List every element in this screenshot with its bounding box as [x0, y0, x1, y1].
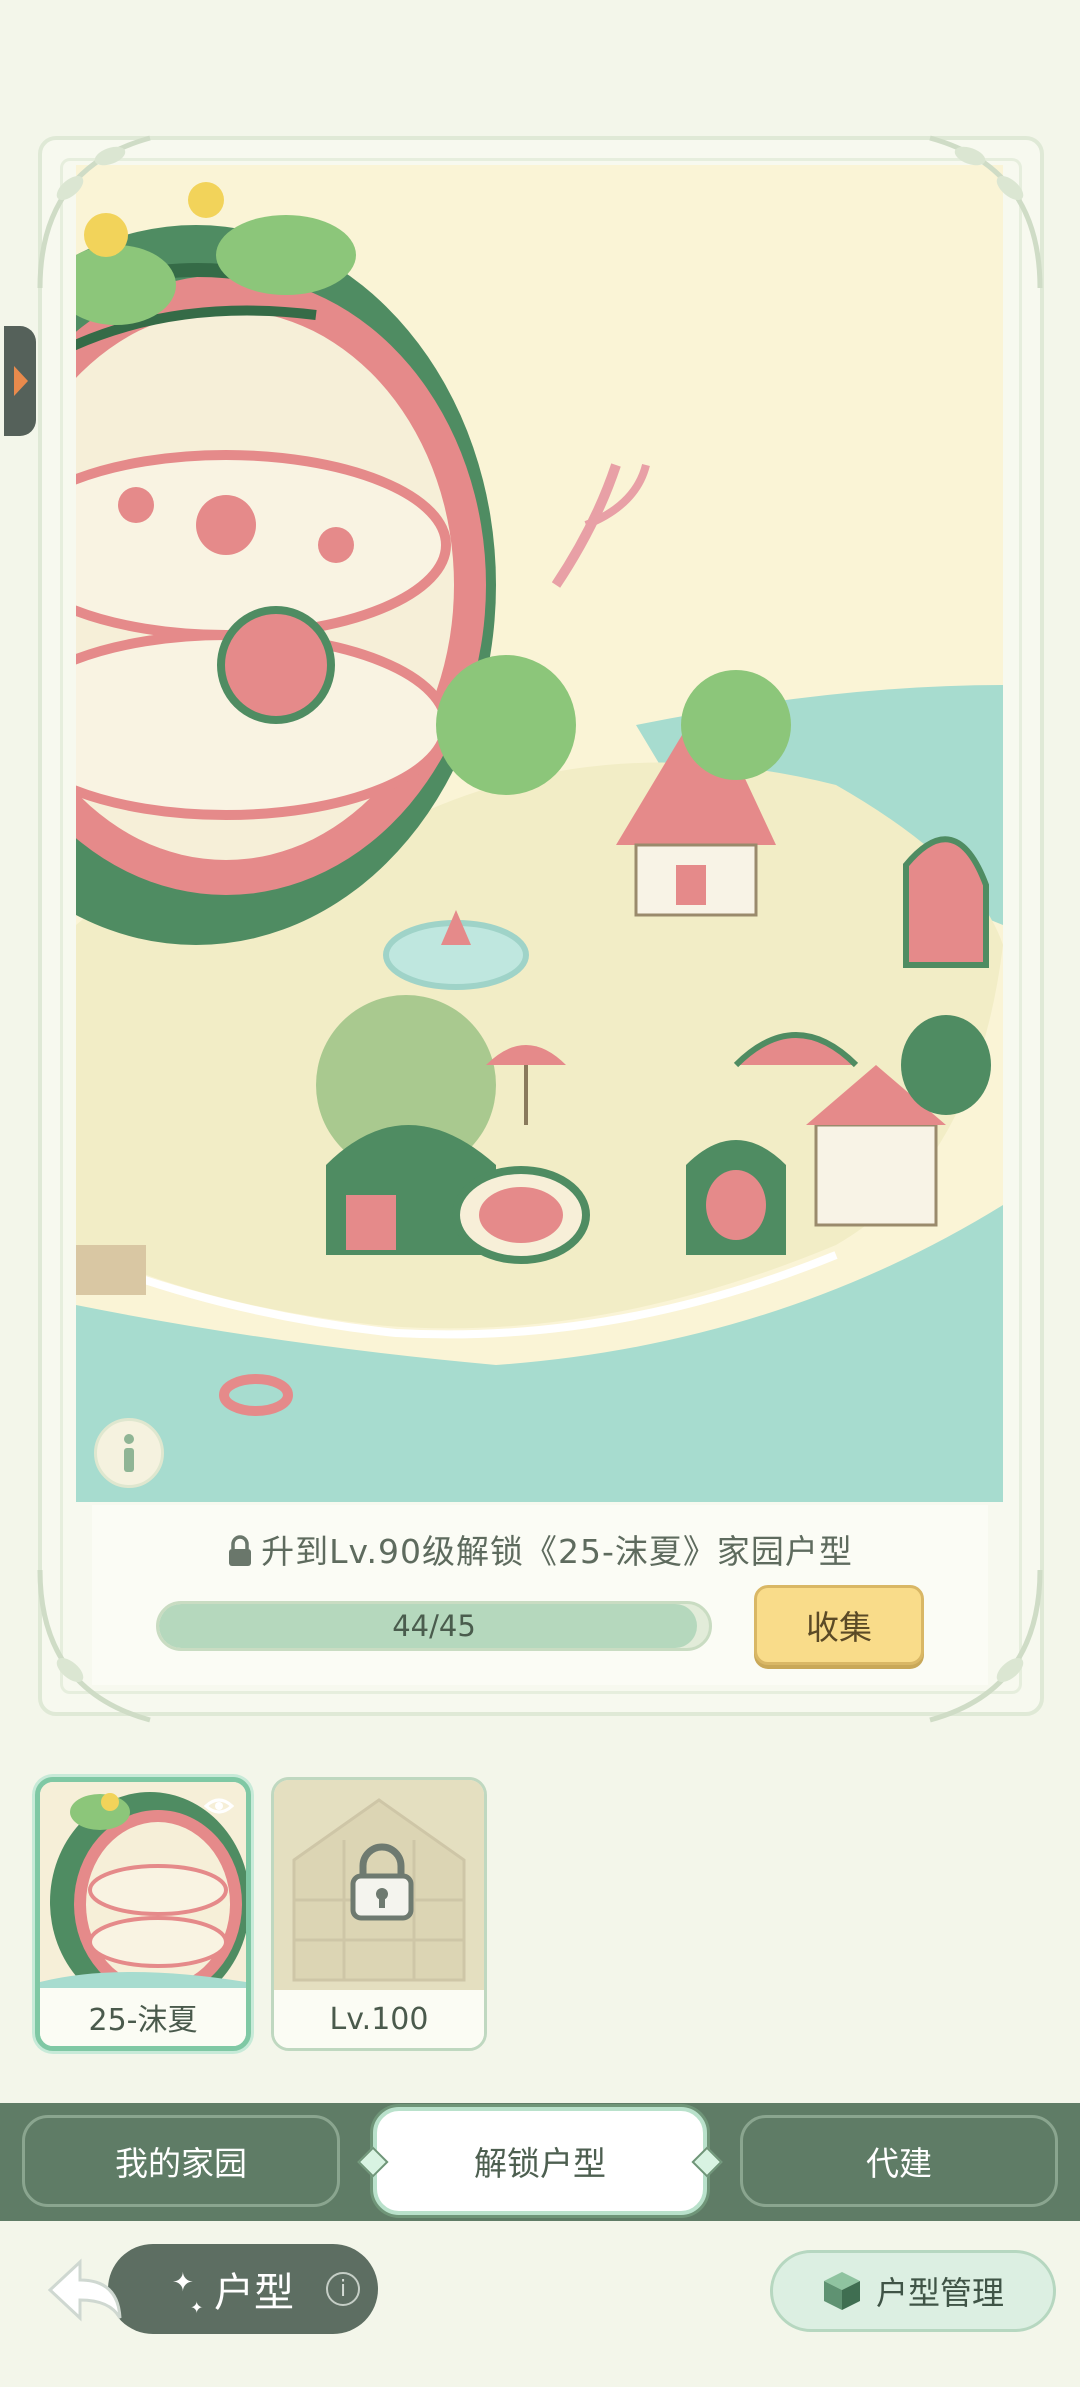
tab-my-home[interactable]: 我的家园 — [22, 2115, 340, 2207]
sparkle-icon: ✦ — [172, 2268, 194, 2298]
vine-ornament-icon — [929, 135, 1043, 289]
thumbnail-label: 25-沫夏 — [40, 1988, 246, 2046]
layout-management-label: 户型管理 — [875, 2274, 1004, 2312]
tab-proxy-build[interactable]: 代建 — [740, 2115, 1058, 2207]
layout-info-icon[interactable]: i — [326, 2272, 360, 2306]
vine-ornament-icon — [37, 135, 151, 289]
layout-thumbnail-selected[interactable]: 25-沫夏 — [35, 1777, 251, 2051]
sparkle-icon: ✦ — [190, 2298, 204, 2317]
footer-layout-header: ✦ ✦ 户型 i — [0, 2232, 390, 2347]
back-arrow-icon[interactable] — [40, 2252, 130, 2328]
layout-thumbnail-locked[interactable]: Lv.100 — [271, 1777, 487, 2051]
unlock-requirement-text: 升到Lv.90级解锁《25-沫夏》家园户型 — [261, 1532, 853, 1571]
side-drawer-handle[interactable] — [4, 326, 36, 436]
eye-icon — [204, 1798, 234, 1814]
tab-unlock-layout[interactable]: 解锁户型 — [373, 2107, 707, 2215]
progress-text: 44/45 — [392, 1609, 476, 1643]
layout-title: 户型 — [214, 2270, 294, 2316]
bottom-tab-bar: 我的家园 解锁户型 代建 — [0, 2103, 1080, 2221]
collect-button[interactable]: 收集 — [754, 1585, 924, 1665]
layout-management-button[interactable]: 户型管理 — [770, 2250, 1056, 2332]
cube-icon — [823, 2272, 860, 2310]
lock-icon — [229, 1535, 252, 1566]
watermelon-island-illustration — [76, 182, 1003, 1502]
thumbnail-label: Lv.100 — [274, 1990, 484, 2048]
unlock-panel: 升到Lv.90级解锁《25-沫夏》家园户型 44/45 收集 — [92, 1505, 988, 1685]
unlock-requirement: 升到Lv.90级解锁《25-沫夏》家园户型 — [92, 1525, 988, 1573]
info-icon — [124, 1434, 134, 1472]
collection-progress-bar: 44/45 — [156, 1601, 712, 1651]
info-button[interactable] — [94, 1418, 164, 1488]
chevron-right-icon — [14, 366, 28, 396]
layout-preview-artwork — [76, 165, 1003, 1502]
lock-icon — [350, 1843, 414, 1921]
